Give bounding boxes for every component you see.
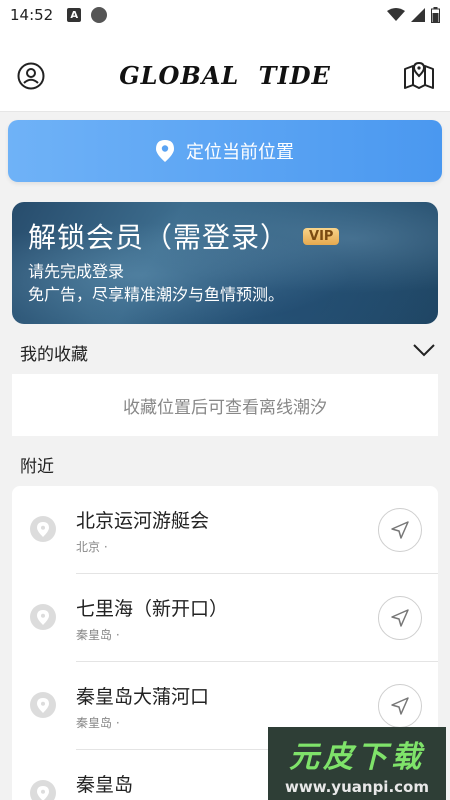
vip-benefits: 免广告，尽享精准潮汐与鱼情预测。: [28, 285, 285, 304]
navigation-arrow-icon: [391, 609, 409, 627]
wifi-icon: [387, 8, 405, 21]
favorites-empty-state: 收藏位置后可查看离线潮汐: [12, 374, 438, 436]
nearby-item-region: 北京 ·: [76, 540, 108, 554]
locate-label: 定位当前位置: [186, 142, 294, 163]
location-pin-icon: [30, 516, 56, 542]
navigation-arrow-icon: [391, 697, 409, 715]
favorites-empty-text: 收藏位置后可查看离线潮汐: [123, 397, 327, 418]
nearby-item-region: 秦皇岛 ·: [76, 716, 120, 730]
location-pin-icon: [156, 140, 174, 162]
nearby-item[interactable]: 七里海（新开口） 秦皇岛 ·: [12, 574, 438, 662]
location-pin-icon: [30, 692, 56, 718]
battery-icon: [431, 7, 440, 23]
nearby-item-name: 秦皇岛大蒲河口: [76, 686, 210, 708]
notification-a-icon: A: [67, 8, 82, 22]
map-icon: [403, 61, 434, 89]
favorites-toggle[interactable]: [412, 338, 436, 362]
vip-title-row: 解锁会员（需登录） VIP: [28, 216, 422, 256]
map-button[interactable]: [402, 59, 436, 93]
watermark: 元皮下载 www.yuanpi.com: [268, 727, 446, 800]
app-header: GLOBAL TIDE: [0, 30, 450, 112]
app-title: GLOBAL TIDE: [119, 61, 331, 90]
vip-title: 解锁会员（需登录）: [28, 221, 290, 254]
navigate-button[interactable]: [378, 596, 422, 640]
profile-icon: [17, 62, 45, 89]
nearby-item[interactable]: 北京运河游艇会 北京 ·: [12, 486, 438, 574]
vip-login-hint: 请先完成登录: [28, 262, 125, 281]
vip-unlock-card[interactable]: 解锁会员（需登录） VIP 请先完成登录 免广告，尽享精准潮汐与鱼情预测。: [12, 202, 438, 324]
location-pin-icon: [30, 604, 56, 630]
favorites-label: 我的收藏: [20, 345, 88, 365]
signal-icon: [411, 8, 425, 22]
navigate-button[interactable]: [378, 684, 422, 728]
locate-current-position-button[interactable]: 定位当前位置: [8, 120, 442, 182]
nearby-item-name: 北京运河游艇会: [76, 510, 210, 532]
nearby-item-region: 秦皇岛 ·: [76, 628, 120, 642]
navigation-arrow-icon: [391, 521, 409, 539]
profile-button[interactable]: [14, 59, 48, 93]
location-pin-icon: [30, 780, 56, 800]
nearby-item-name: 秦皇岛: [76, 774, 134, 796]
watermark-url: www.yuanpi.com: [285, 777, 429, 796]
chevron-down-icon: [413, 344, 435, 357]
vip-badge: VIP: [303, 227, 340, 245]
status-icons: [387, 7, 440, 23]
nearby-item-name: 七里海（新开口）: [76, 598, 229, 620]
notification-dot-icon: [91, 7, 108, 23]
status-time: 14:52: [10, 6, 54, 24]
status-bar: 14:52 A: [0, 0, 450, 30]
navigate-button[interactable]: [378, 508, 422, 552]
watermark-brand: 元皮下载: [289, 739, 425, 775]
nearby-label: 附近: [20, 457, 54, 477]
